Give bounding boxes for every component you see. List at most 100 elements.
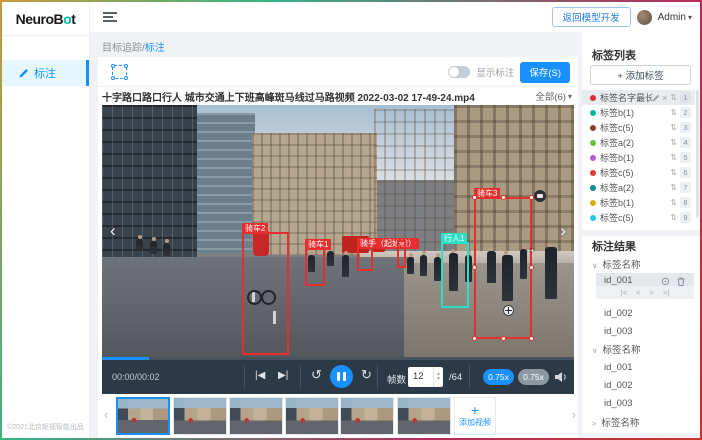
- video-thumbnail-selected[interactable]: [116, 397, 170, 435]
- breadcrumb-current: 标注: [145, 43, 165, 54]
- label-row[interactable]: 标签a(2) ⇅ 7: [582, 180, 695, 195]
- breadcrumb-parent[interactable]: 目标追踪: [102, 43, 142, 54]
- thumbs-next-icon[interactable]: ›: [572, 407, 576, 422]
- forward-10-button[interactable]: ↻: [361, 367, 372, 383]
- resize-handle[interactable]: [472, 336, 477, 341]
- chevron-down-icon: ∨: [592, 261, 598, 270]
- bounding-box[interactable]: [397, 240, 406, 268]
- divider: [469, 365, 470, 389]
- label-color-dot: [590, 110, 596, 116]
- label-row[interactable]: 标签a(2) ⇅ 4: [582, 135, 695, 150]
- bounding-box-selected[interactable]: 骑车3: [474, 197, 532, 339]
- result-item[interactable]: id_002: [582, 378, 700, 394]
- annotation-toolbar: 显示标注 保存(S): [98, 57, 578, 87]
- menu-fold-icon[interactable]: [103, 12, 117, 23]
- video-title: 十字路口路口行人 城市交通上下班高峰斑马线过马路视频 2022-03-02 17…: [102, 89, 475, 104]
- video-thumbnail[interactable]: [229, 397, 283, 435]
- label-name: 标签名字最长数...: [600, 91, 652, 104]
- label-row[interactable]: 标签c(5) ⇅ 6: [582, 165, 695, 180]
- scrollbar[interactable]: [696, 90, 699, 218]
- result-group-name: 标签名称: [601, 418, 639, 429]
- label-row[interactable]: 标签c(5) ⇅ 3: [582, 120, 695, 135]
- sidebar-item-annotate[interactable]: 标注: [2, 60, 89, 86]
- move-cursor-icon: ↔: [525, 243, 536, 255]
- frame-number-input[interactable]: 12 ▲▼: [408, 367, 443, 387]
- video-thumbnail[interactable]: [285, 397, 339, 435]
- video-thumbnail[interactable]: [173, 397, 227, 435]
- bounding-box[interactable]: 行人1: [441, 242, 469, 308]
- last-frame-icon[interactable]: >|: [663, 288, 669, 297]
- label-row-selected[interactable]: 标签名字最长数... × ⇅ 1: [582, 90, 695, 105]
- chevron-right-icon: >: [592, 419, 596, 428]
- video-thumbnail[interactable]: [340, 397, 394, 435]
- shortcut-arrows-icon: ⇅: [670, 108, 677, 117]
- add-video-button[interactable]: + 添加视频: [454, 397, 496, 435]
- back-to-model-dev-button[interactable]: 返回模型开发: [552, 7, 631, 27]
- shortcut-key: 1: [680, 92, 691, 103]
- frame-count-label: 帧数: [387, 372, 406, 386]
- label-row[interactable]: 标签b(1) ⇅ 8: [582, 195, 695, 210]
- thumbnail-image: [341, 398, 393, 434]
- result-group-header[interactable]: > 标签名称: [592, 415, 639, 429]
- thumbs-prev-icon[interactable]: ‹: [104, 407, 108, 422]
- edit-label-icon[interactable]: [652, 94, 660, 102]
- label-row[interactable]: 标签b(1) ⇅ 5: [582, 150, 695, 165]
- result-group-header[interactable]: ∨标签名称: [592, 342, 641, 356]
- speed-pill[interactable]: 0.75x: [518, 369, 549, 385]
- bounding-box[interactable]: 骑车1: [305, 248, 325, 286]
- avatar[interactable]: [637, 10, 652, 25]
- result-item[interactable]: id_003: [582, 396, 700, 412]
- bounding-box-label: 行人1: [441, 233, 467, 244]
- scene-figure: [136, 239, 143, 250]
- thumbnail-strip: ‹ + 添加视频 ›: [98, 394, 578, 438]
- show-annotations-toggle[interactable]: [448, 66, 470, 78]
- delete-label-icon[interactable]: ×: [662, 93, 667, 103]
- speed-pill-active[interactable]: 0.75x: [483, 369, 514, 385]
- divider: [300, 365, 301, 389]
- annotation-results-section: 标注结果 ∨标签名称 id_001 |< < > >| id_002 id_00…: [582, 236, 700, 435]
- bounding-box[interactable]: 骑手（起始帧）: [357, 247, 373, 271]
- result-group-header[interactable]: ∨标签名称: [592, 257, 641, 271]
- prev-page-icon[interactable]: <: [636, 288, 640, 297]
- pause-button[interactable]: [330, 365, 353, 388]
- plus-icon: +: [471, 404, 479, 417]
- shortcut-key: 3: [680, 122, 691, 133]
- screenshot-frame: NeuroBot 标注 ©2021北京矩视智能出品 返回模型开发 Admin▾ …: [0, 0, 702, 440]
- label-name: 标签c(5): [600, 211, 670, 224]
- stepper-icons[interactable]: ▲▼: [433, 367, 443, 387]
- rewind-10-button[interactable]: ↺: [311, 367, 322, 383]
- result-item[interactable]: id_001: [582, 360, 700, 376]
- prev-frame-button[interactable]: |◀: [255, 370, 265, 381]
- resize-handle[interactable]: [472, 195, 477, 200]
- shortcut-key: 5: [680, 152, 691, 163]
- resize-handle[interactable]: [501, 336, 506, 341]
- bounding-box-label: 骑车1: [305, 239, 331, 250]
- resize-handle[interactable]: [501, 195, 506, 200]
- shortcut-key: 9: [680, 212, 691, 223]
- label-row[interactable]: 标签b(1) ⇅ 2: [582, 105, 695, 120]
- video-frame[interactable]: ‹ › 骑车2 骑车1 骑手（起始帧） 行人1 骑车3: [102, 105, 574, 357]
- copyright-text: ©2021北京矩视智能出品: [2, 422, 89, 432]
- label-row[interactable]: 标签c(5) ⇅ 9: [582, 210, 695, 225]
- box-camera-icon[interactable]: [534, 190, 546, 202]
- add-label-button[interactable]: + 添加标签: [590, 65, 691, 85]
- result-item[interactable]: id_003: [582, 324, 700, 340]
- save-button[interactable]: 保存(S): [520, 62, 570, 83]
- user-menu[interactable]: Admin▾: [658, 12, 692, 23]
- filter-dropdown[interactable]: 全部(6)▾: [535, 89, 572, 103]
- video-prev-icon[interactable]: ‹: [110, 221, 116, 241]
- video-title-row: 十字路口路口行人 城市交通上下班高峰斑马线过马路视频 2022-03-02 17…: [102, 87, 572, 105]
- resize-handle[interactable]: [529, 265, 534, 270]
- resize-handle[interactable]: [472, 265, 477, 270]
- next-page-icon[interactable]: >: [650, 288, 654, 297]
- bounding-box[interactable]: 骑车2: [242, 232, 289, 355]
- rect-select-tool-icon[interactable]: [112, 65, 127, 79]
- volume-icon[interactable]: [554, 370, 568, 388]
- shortcut-key: 4: [680, 137, 691, 148]
- resize-handle[interactable]: [529, 336, 534, 341]
- video-next-icon[interactable]: ›: [560, 221, 566, 241]
- next-frame-button[interactable]: ▶|: [278, 370, 288, 381]
- first-frame-icon[interactable]: |<: [621, 288, 627, 297]
- result-item[interactable]: id_002: [582, 306, 700, 322]
- video-thumbnail[interactable]: [397, 397, 451, 435]
